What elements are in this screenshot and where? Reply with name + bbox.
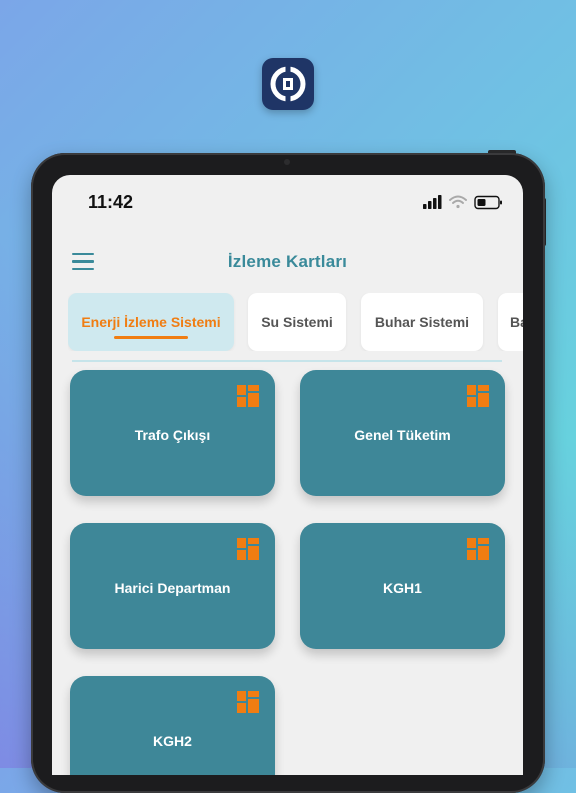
app-logo-icon [262, 58, 314, 110]
tab-label: Su Sistemi [261, 314, 333, 330]
tab-partial[interactable]: Ba [498, 293, 523, 351]
status-time: 11:42 [88, 192, 134, 212]
tab-su-sistemi[interactable]: Su Sistemi [248, 293, 346, 351]
grid-squares-icon [237, 691, 259, 713]
tab-label: Enerji İzleme Sistemi [81, 314, 221, 330]
tabs-divider [72, 360, 502, 362]
status-icons [423, 194, 505, 215]
monitor-card-trafo-cikisi[interactable]: Trafo Çıkışı [70, 370, 275, 496]
monitor-card-harici-departman[interactable]: Harici Departman [70, 523, 275, 649]
cellular-signal-icon [423, 195, 442, 209]
grid-squares-icon [467, 385, 489, 407]
app-screen: 11:42 İzleme Kartları Enerji İzleme Sist… [52, 175, 523, 775]
page-title: İzleme Kartları [227, 252, 348, 271]
monitor-card-kgh1[interactable]: KGH1 [300, 523, 505, 649]
category-tabs: Enerji İzleme Sistemi Su Sistemi Buhar S… [68, 293, 523, 351]
tab-label: Buhar Sistemi [374, 314, 470, 330]
grid-squares-icon [467, 538, 489, 560]
battery-icon [474, 195, 502, 210]
grid-squares-icon [237, 385, 259, 407]
grid-squares-icon [237, 538, 259, 560]
card-label: Trafo Çıkışı [134, 427, 211, 443]
monitor-card-kgh2[interactable]: KGH2 [70, 676, 275, 775]
active-tab-indicator [114, 336, 188, 339]
camera-icon [284, 159, 290, 165]
tab-enerji-izleme-sistemi[interactable]: Enerji İzleme Sistemi [68, 293, 234, 351]
wifi-icon [449, 195, 467, 209]
tab-label: Ba [510, 314, 523, 330]
monitor-card-genel-tuketim[interactable]: Genel Tüketim [300, 370, 505, 496]
card-label: Genel Tüketim [354, 427, 451, 443]
card-label: KGH2 [153, 733, 192, 749]
tab-buhar-sistemi[interactable]: Buhar Sistemi [361, 293, 483, 351]
card-label: Harici Departman [114, 580, 231, 596]
card-label: KGH1 [383, 580, 422, 596]
